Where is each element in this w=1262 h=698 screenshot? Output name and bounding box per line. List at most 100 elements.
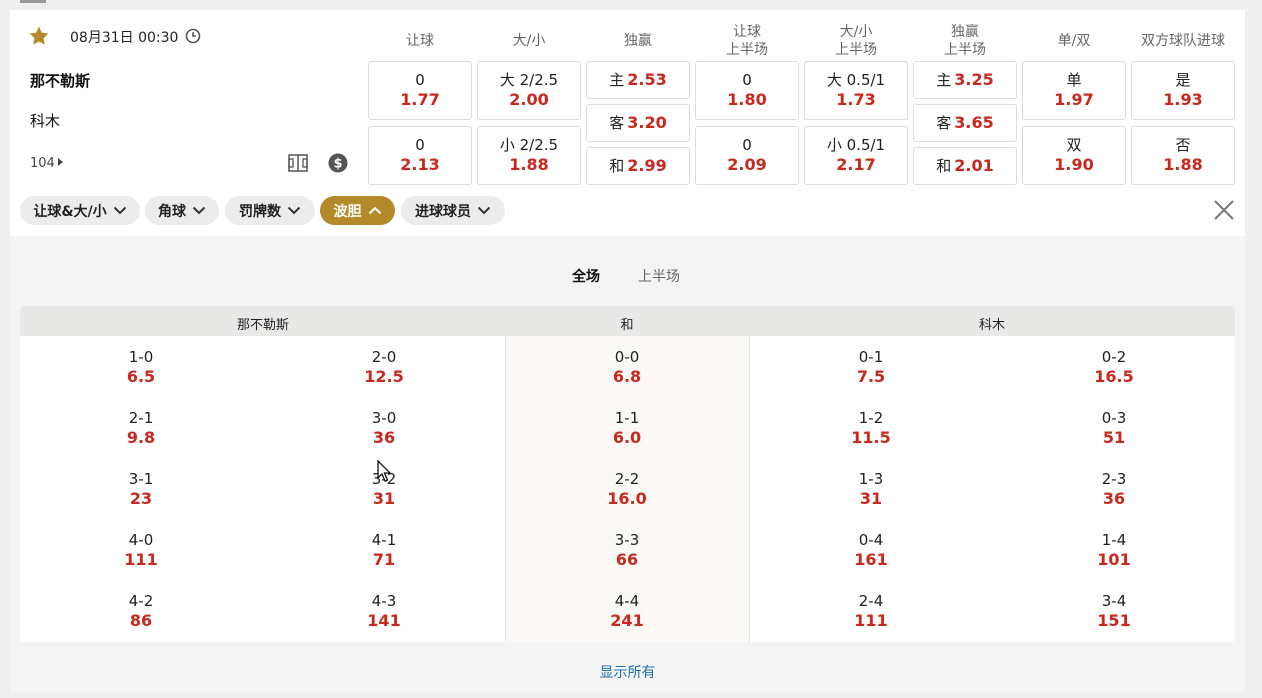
odds-button[interactable]: 主 2.53 [586,61,690,99]
odds-button[interactable]: 客 3.65 [913,104,1017,142]
score-odds: 111 [854,611,888,630]
odds-value: 1.80 [727,90,767,109]
live-clock-icon [185,28,201,44]
draw-column-header: 和 [620,318,634,333]
score-label: 1-3 [858,470,884,488]
more-markets-count: 104 [30,156,55,171]
odds-button[interactable]: 0 2.13 [368,126,472,185]
odds-button[interactable]: 是 1.93 [1131,61,1235,120]
odds-selection-label: 小 2/2.5 [499,136,559,154]
pitch-icon[interactable] [288,154,308,172]
correct-score-cell[interactable]: 1-0 6.5 [81,348,201,387]
odds-button[interactable]: 客 3.20 [586,104,690,142]
chevron-up-icon [368,206,381,215]
correct-score-cell[interactable]: 0-4 161 [811,531,931,570]
dollar-icon[interactable]: $ [328,153,348,173]
correct-score-cell[interactable]: 4-2 86 [81,592,201,631]
score-odds: 66 [615,550,639,569]
score-odds: 71 [372,550,396,569]
odds-value: 2.53 [627,70,667,89]
odds-button[interactable]: 0 1.77 [368,61,472,120]
home-team-name: 那不勒斯 [30,72,91,90]
odds-button[interactable]: 0 2.09 [695,126,799,185]
mouse-cursor-icon [377,460,392,482]
score-odds: 23 [129,489,153,508]
correct-score-header: 那不勒斯 和 科木 [20,306,1235,336]
correct-score-cell[interactable]: 4-4 241 [567,592,687,631]
odds-value: 2.17 [836,155,876,174]
odds-value: 1.88 [509,155,549,174]
odds-button[interactable]: 双 1.90 [1022,126,1126,185]
odds-button[interactable]: 单 1.97 [1022,61,1126,120]
correct-score-cell[interactable]: 4-3 141 [324,592,444,631]
score-odds: 151 [1097,611,1131,630]
filter-pill[interactable]: 进球球员 [401,196,505,225]
odds-button[interactable]: 主 3.25 [913,61,1017,99]
filter-pill[interactable]: 让球&大/小 [20,196,140,225]
home-column-header: 那不勒斯 [236,318,290,333]
correct-score-cell[interactable]: 0-1 7.5 [811,348,931,387]
correct-score-cell[interactable]: 2-2 16.0 [567,470,687,509]
score-label: 4-1 [371,531,397,549]
odds-button[interactable]: 和 2.99 [586,147,690,185]
filter-pill[interactable]: 罚牌数 [225,196,315,225]
correct-score-cell[interactable]: 1-1 6.0 [567,409,687,448]
odds-selection-label: 和 [609,156,625,175]
top-edge-stub [20,0,46,3]
correct-score-cell[interactable]: 2-3 36 [1054,470,1174,509]
correct-score-cell[interactable]: 4-1 71 [324,531,444,570]
filter-pill[interactable]: 波胆 [320,196,395,225]
correct-score-cell[interactable]: 0-3 51 [1054,409,1174,448]
correct-score-cell[interactable]: 2-4 111 [811,592,931,631]
correct-score-cell[interactable]: 1-3 31 [811,470,931,509]
odds-selection-label: 0 [742,136,752,154]
filter-pill-label: 罚牌数 [239,203,281,220]
score-odds: 12.5 [364,367,404,386]
odds-value: 1.93 [1163,90,1203,109]
close-icon[interactable] [1213,199,1235,221]
filter-pill[interactable]: 角球 [145,196,219,225]
score-label: 2-3 [1101,470,1127,488]
correct-score-cell[interactable]: 0-0 6.8 [567,348,687,387]
show-all-link[interactable]: 显示所有 [10,662,1245,682]
score-odds: 11.5 [851,428,891,447]
odds-selection-label: 双 [1066,136,1082,154]
correct-score-cell[interactable]: 0-2 16.5 [1054,348,1174,387]
odds-value: 3.25 [954,70,994,89]
correct-score-cell[interactable]: 3-3 66 [567,531,687,570]
odds-button[interactable]: 0 1.80 [695,61,799,120]
correct-score-cell[interactable]: 2-0 12.5 [324,348,444,387]
correct-score-grid: 那不勒斯 和 科木 1-0 6.5 2-1 9.8 3-1 23 4-0 111 4-2 86 2-… [20,306,1235,642]
correct-score-cell[interactable]: 3-4 151 [1054,592,1174,631]
correct-score-cell[interactable]: 2-1 9.8 [81,409,201,448]
star-icon[interactable] [28,25,50,47]
correct-score-cell[interactable]: 3-0 36 [324,409,444,448]
more-markets-link[interactable]: 104 [30,156,63,171]
correct-score-cell[interactable]: 4-0 111 [81,531,201,570]
market-header: 单/双 [1057,33,1091,49]
tab-full-time[interactable]: 全场 [572,266,600,286]
score-label: 2-4 [858,592,884,610]
correct-score-cell[interactable]: 3-1 23 [81,470,201,509]
score-label: 0-2 [1101,348,1127,366]
odds-button[interactable]: 否 1.88 [1131,126,1235,185]
chevron-down-icon [477,206,491,215]
score-odds: 16.5 [1094,367,1134,386]
filter-pill-label: 波胆 [333,203,362,220]
odds-button[interactable]: 大 0.5/1 1.73 [804,61,908,120]
chevron-down-icon [113,206,126,215]
odds-button[interactable]: 小 2/2.5 1.88 [477,126,581,185]
odds-button[interactable]: 和 2.01 [913,147,1017,185]
correct-score-cell[interactable]: 1-4 101 [1054,531,1174,570]
odds-selection-label: 和 [936,156,952,175]
market-header: 双方球队进球 [1141,33,1225,49]
tab-first-half[interactable]: 上半场 [638,266,680,286]
correct-score-cell[interactable]: 1-2 11.5 [811,409,931,448]
odds-button[interactable]: 小 0.5/1 2.17 [804,126,908,185]
away-column-header: 科木 [978,318,1006,333]
odds-button[interactable]: 大 2/2.5 2.00 [477,61,581,120]
odds-selection-label: 大 2/2.5 [499,71,559,89]
score-label: 2-0 [371,348,397,366]
score-label: 2-1 [128,409,154,427]
odds-value: 1.73 [836,90,876,109]
